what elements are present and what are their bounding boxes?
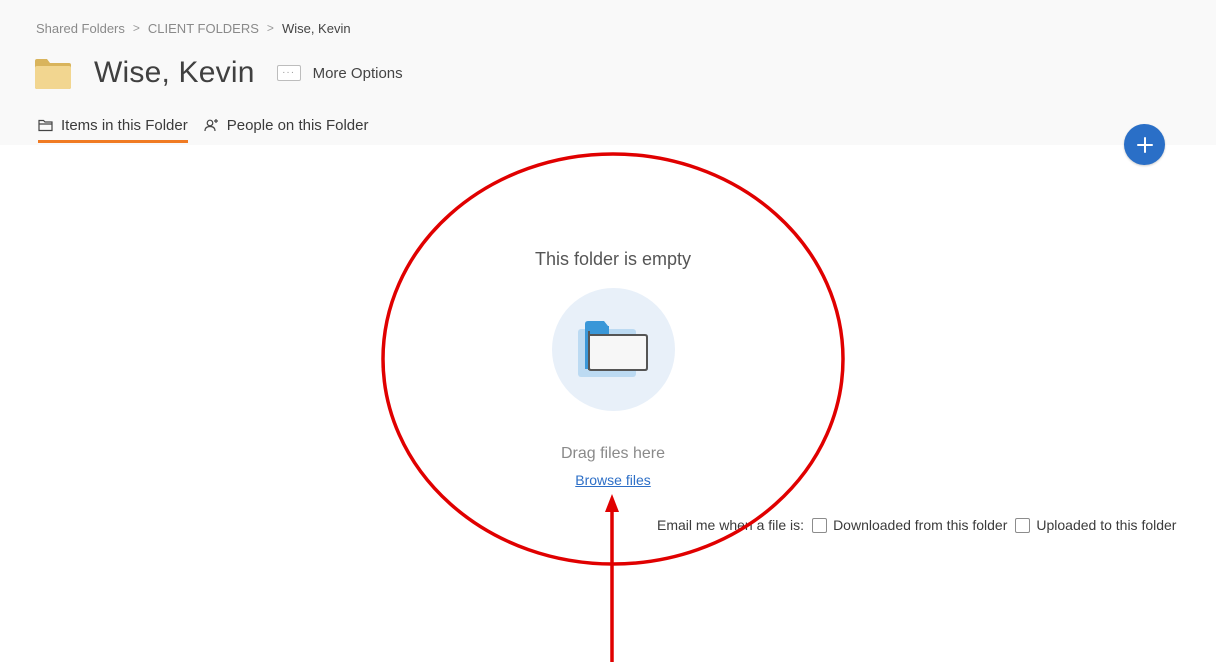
title-row: Wise, Kevin ··· More Options (34, 52, 403, 94)
uploaded-checkbox[interactable] (1015, 517, 1031, 533)
more-options-label: More Options (312, 64, 403, 82)
browse-files-link[interactable]: Browse files (575, 472, 650, 488)
breadcrumb-current: Wise, Kevin (281, 20, 351, 36)
downloaded-option-label[interactable]: Downloaded from this folder (833, 517, 1007, 533)
folder-outline-icon (38, 119, 53, 132)
add-button[interactable] (1124, 124, 1165, 165)
empty-folder-illustration (552, 288, 675, 411)
email-notification-label: Email me when a file is: (657, 517, 805, 533)
breadcrumb-separator: > (132, 21, 140, 35)
browse-files-container: Browse files (0, 472, 1216, 488)
breadcrumb-shared-folders[interactable]: Shared Folders (36, 21, 125, 36)
folder-header: Shared Folders > CLIENT FOLDERS > Wise, … (0, 0, 1216, 145)
folder-icon (35, 59, 71, 89)
tab-items-label: Items in this Folder (61, 116, 188, 134)
tab-people-label: People on this Folder (226, 116, 369, 134)
plus-icon (1136, 136, 1153, 153)
more-options-button[interactable]: ··· More Options (276, 64, 403, 82)
tab-people-on-folder[interactable]: People on this Folder (204, 112, 369, 138)
email-notification-row: Email me when a file is: Downloaded from… (657, 515, 1176, 535)
drag-files-text: Drag files here (560, 445, 666, 462)
page-title: Wise, Kevin (94, 56, 255, 89)
breadcrumb-client-folders[interactable]: CLIENT FOLDERS (148, 21, 259, 36)
folder-tabs: Items in this Folder People on this Fold… (38, 112, 368, 144)
person-add-icon (204, 119, 218, 132)
tab-items-in-folder[interactable]: Items in this Folder (38, 112, 188, 143)
annotation-arrowhead (605, 494, 619, 512)
breadcrumb-separator: > (266, 21, 274, 35)
empty-state-title: This folder is empty (534, 249, 692, 269)
downloaded-checkbox[interactable] (812, 517, 828, 533)
uploaded-option-label[interactable]: Uploaded to this folder (1036, 517, 1176, 533)
breadcrumb: Shared Folders > CLIENT FOLDERS > Wise, … (36, 19, 351, 37)
empty-folder-icon (578, 321, 648, 377)
more-dots-icon: ··· (276, 65, 301, 81)
